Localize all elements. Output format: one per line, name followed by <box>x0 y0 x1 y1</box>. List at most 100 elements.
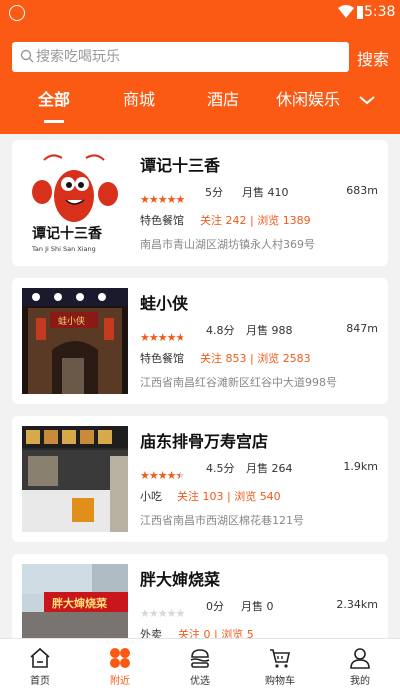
shop-category: 外卖 <box>140 628 162 638</box>
star-icon: ★ <box>140 607 150 620</box>
user-icon <box>350 648 370 669</box>
star-icon: ★ <box>175 193 186 206</box>
shop-photo: 蛙小侠 <box>22 288 128 394</box>
nav-cart-label: 购物车 <box>265 676 295 687</box>
rating-stars: ★★★★★ <box>140 464 185 482</box>
home-icon <box>30 647 50 668</box>
category-tabs: 全部 商城 酒店 休闲娱乐 <box>0 84 400 124</box>
logo-subtext: Tan Ji Shi San Xiang <box>31 245 96 253</box>
chevron-down-icon[interactable] <box>358 94 376 106</box>
shop-category: 小吃 <box>140 490 162 503</box>
nav-me[interactable]: 我的 <box>320 639 400 690</box>
shop-address: 江西省南昌市西湖区棉花巷121号 <box>140 514 304 527</box>
shop-sales: 月售 988 <box>246 324 293 337</box>
star-icon: ★ <box>166 469 177 482</box>
shop-sales: 月售 410 <box>242 186 289 199</box>
shop-distance: 847m <box>346 322 378 335</box>
shop-photo: 胖大婶烧菜 <box>22 564 128 638</box>
tab-leisure[interactable]: 休闲娱乐 <box>276 86 340 120</box>
star-icon: ★ <box>140 469 150 482</box>
shop-address: 南昌市青山湖区湖坊镇永人村369号 <box>140 238 315 251</box>
search-box[interactable] <box>12 42 349 72</box>
clock: 5:38 <box>364 4 396 20</box>
shop-sales: 月售 0 <box>241 600 274 613</box>
nearby-icon <box>110 648 130 668</box>
shop-card[interactable]: 庙东排骨万寿宫店 ★★★★★ 4.5分 月售 264 1.9km 小吃 关注 1… <box>12 416 388 542</box>
shop-follow-stats: 关注 0 | 浏览 5 <box>178 628 254 638</box>
star-icon: ★ <box>148 607 159 620</box>
shop-category: 特色餐馆 <box>140 352 184 365</box>
shop-logo: 谭记十三香 Tan Ji Shi San Xiang <box>22 150 128 256</box>
shop-follow-stats: 关注 853 | 浏览 2583 <box>200 352 311 365</box>
shop-name: 胖大婶烧菜 <box>140 570 221 589</box>
pick-icon <box>190 649 210 668</box>
star-icon: ★ <box>148 193 159 206</box>
storefront-photo-icon <box>22 426 128 532</box>
shop-list: 谭记十三香 Tan Ji Shi San Xiang 谭记十三香 ★★★★★ 5… <box>0 134 400 638</box>
shop-name: 庙东排骨万寿宫店 <box>140 432 269 451</box>
tab-hotel[interactable]: 酒店 <box>207 86 239 120</box>
shop-follow-stats: 关注 242 | 浏览 1389 <box>200 214 311 227</box>
nav-nearby-label: 附近 <box>110 676 130 687</box>
sign-text: 蛙小侠 <box>58 315 85 327</box>
logo-text: 谭记十三香 <box>32 225 103 242</box>
wifi-icon <box>338 5 354 18</box>
rating-stars: ★★★★★ <box>140 188 185 206</box>
shop-score: 5分 <box>205 186 223 199</box>
star-icon: ★ <box>157 607 168 620</box>
nav-cart[interactable]: 购物车 <box>240 639 320 690</box>
star-icon: ★ <box>157 469 168 482</box>
shop-category: 特色餐馆 <box>140 214 184 227</box>
shop-sales: 月售 264 <box>246 462 293 475</box>
star-icon: ★ <box>175 331 186 344</box>
shop-card[interactable]: 蛙小侠 蛙小侠 ★★★★★ 4.8分 月售 988 847m 特色餐馆 关注 8… <box>12 278 388 404</box>
star-icon: ★ <box>140 331 150 344</box>
rating-stars: ★★★★★ <box>140 326 185 344</box>
search-input[interactable] <box>36 42 336 72</box>
star-icon: ★ <box>166 331 177 344</box>
star-icon: ★ <box>166 607 177 620</box>
shop-score: 4.8分 <box>206 324 235 337</box>
status-bar: 5:38 <box>0 0 400 26</box>
shop-name: 蛙小侠 <box>140 294 189 313</box>
shop-card[interactable]: 谭记十三香 Tan Ji Shi San Xiang 谭记十三香 ★★★★★ 5… <box>12 140 388 266</box>
header: 搜索 全部 商城 酒店 休闲娱乐 <box>0 26 400 134</box>
search-icon <box>20 49 34 63</box>
shop-distance: 1.9km <box>343 460 378 473</box>
nav-pick[interactable]: 优选 <box>160 639 240 690</box>
shop-distance: 683m <box>346 184 378 197</box>
nav-home[interactable]: 首页 <box>0 639 80 690</box>
cart-icon <box>270 649 290 668</box>
tab-all[interactable]: 全部 <box>38 86 70 123</box>
star-icon: ★ <box>175 607 186 620</box>
shrimp-logo-icon: 谭记十三香 Tan Ji Shi San Xiang <box>31 154 118 253</box>
shop-follow-stats: 关注 103 | 浏览 540 <box>177 490 281 503</box>
nav-home-label: 首页 <box>30 676 50 687</box>
tab-mall[interactable]: 商城 <box>123 86 155 120</box>
nav-me-label: 我的 <box>350 676 370 687</box>
search-button[interactable]: 搜索 <box>357 46 389 70</box>
nav-nearby[interactable]: 附近 <box>80 639 160 690</box>
shop-photo <box>22 426 128 532</box>
nav-pick-label: 优选 <box>190 676 210 687</box>
star-icon: ★ <box>157 193 168 206</box>
star-icon: ★ <box>166 193 177 206</box>
star-icon: ★ <box>157 331 168 344</box>
storefront-photo-icon: 胖大婶烧菜 <box>22 564 128 638</box>
shop-name: 谭记十三香 <box>140 156 221 175</box>
battery-icon <box>357 6 363 19</box>
shop-distance: 2.34km <box>336 598 378 611</box>
star-icon: ★ <box>175 469 186 482</box>
star-icon: ★ <box>148 469 159 482</box>
storefront-photo-icon: 蛙小侠 <box>22 288 128 394</box>
star-icon: ★ <box>148 331 159 344</box>
shop-score: 4.5分 <box>206 462 235 475</box>
sign-text: 胖大婶烧菜 <box>52 596 108 610</box>
notification-circle-icon <box>9 5 25 21</box>
bottom-nav: 首页 附近 优选 购物车 我的 <box>0 638 400 690</box>
shop-score: 0分 <box>206 600 224 613</box>
rating-stars: ★★★★★ <box>140 602 185 620</box>
star-icon: ★ <box>140 193 150 206</box>
shop-address: 江西省南昌红谷滩新区红谷中大道998号 <box>140 376 337 389</box>
shop-card[interactable]: 胖大婶烧菜 胖大婶烧菜 ★★★★★ 0分 月售 0 2.34km 外卖 关注 0… <box>12 554 388 638</box>
